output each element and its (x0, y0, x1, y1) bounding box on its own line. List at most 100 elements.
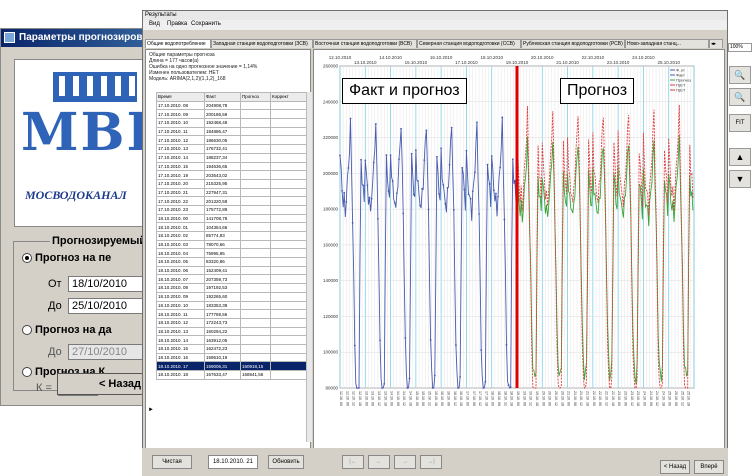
table-cell[interactable]: 18.10.2010. 15 (156, 343, 205, 354)
menu-view[interactable]: Вид (149, 21, 160, 27)
tab-north[interactable]: Северная станция водоподготовки (ССВ) (417, 39, 521, 48)
table-cell[interactable] (240, 343, 271, 354)
first-page-icon[interactable]: |← (342, 455, 364, 469)
table-row[interactable]: 17.10.2010. 15 194636,65 (156, 161, 307, 172)
col-fact[interactable]: Факт (204, 92, 241, 102)
table-cell[interactable] (270, 152, 307, 163)
table-cell[interactable] (240, 135, 271, 146)
table-cell[interactable]: 192265,60 (204, 291, 241, 302)
table-cell[interactable]: 17.10.2010. 21 (156, 187, 205, 198)
table-cell[interactable] (240, 231, 271, 241)
table-row[interactable]: 17.10.2010. 09 200186,59 (156, 109, 307, 120)
table-cell[interactable]: 18.10.2010. 10 (156, 300, 205, 311)
table-cell[interactable]: 203543,02 (204, 170, 241, 180)
table-cell[interactable]: 104354,66 (204, 222, 241, 232)
table-cell[interactable]: 197192,53 (204, 283, 241, 293)
table-cell[interactable] (240, 109, 271, 120)
scroll-down-icon[interactable]: ▼ (729, 170, 751, 188)
table-cell[interactable]: 18.10.2010. 08 (156, 283, 205, 293)
table-cell[interactable] (240, 300, 271, 311)
table-cell[interactable] (270, 126, 307, 137)
table-cell[interactable]: 17.10.2010. 13 (156, 144, 205, 154)
table-cell[interactable] (240, 144, 271, 154)
table-row[interactable]: 18.10.2010. 03 78070,66 (156, 239, 307, 250)
radio-dot[interactable] (22, 253, 32, 264)
table-cell[interactable]: 204908,78 (204, 100, 241, 111)
table-cell[interactable]: 18.10.2010. 03 (156, 239, 205, 250)
table-cell[interactable] (270, 335, 307, 345)
table-row[interactable]: 18.10.2010. 01 104354,66 (156, 222, 307, 232)
col-correction[interactable]: Коррект (270, 92, 307, 102)
table-cell[interactable]: 176732,41 (204, 144, 241, 154)
table-row[interactable]: 17.10.2010. 23 175772,89 (156, 204, 307, 215)
table-cell[interactable]: 18.10.2010. 09 (156, 291, 205, 302)
table-cell[interactable] (270, 135, 307, 146)
table-cell[interactable] (240, 118, 271, 128)
table-cell[interactable]: 160918,15 (240, 361, 271, 371)
tab-west[interactable]: Западная станция водоподготовки (ЗСВ) (211, 39, 313, 48)
table-cell[interactable]: 17.10.2010. 20 (156, 178, 205, 189)
table-cell[interactable]: 163912,05 (204, 335, 241, 345)
table-cell[interactable] (240, 161, 271, 172)
table-row[interactable]: 17.10.2010. 08 204908,78 (156, 100, 307, 111)
table-row[interactable]: 18.10.2010. 09 192265,60 (156, 291, 307, 302)
table-cell[interactable] (270, 196, 307, 206)
table-cell[interactable]: 227947,31 (204, 187, 241, 198)
table-row[interactable]: 17.10.2010. 12 186630,05 (156, 135, 307, 146)
table-cell[interactable] (240, 352, 271, 363)
table-row[interactable]: 17.10.2010. 11 184886,47 (156, 126, 307, 137)
clear-button[interactable]: Чистая (152, 455, 192, 469)
table-cell[interactable] (270, 361, 307, 371)
table-row[interactable]: 17.10.2010. 22 201320,59 (156, 196, 307, 206)
table-row[interactable]: 18.10.2010. 13 160294,22 (156, 326, 307, 337)
last-page-icon[interactable]: →| (420, 455, 442, 469)
radio-dot[interactable] (22, 325, 32, 336)
table-cell[interactable]: 18.10.2010. 05 (156, 257, 205, 267)
table-cell[interactable]: 160294,22 (204, 326, 241, 337)
table-cell[interactable] (240, 222, 271, 232)
table-cell[interactable]: 18.10.2010. 14 (156, 335, 205, 345)
date-select[interactable]: 18.10.2010. 21 (208, 455, 258, 469)
table-row[interactable]: 18.10.2010. 04 75995,95 (156, 248, 307, 259)
table-cell[interactable]: 162472,23 (204, 343, 241, 354)
table-cell[interactable] (240, 326, 271, 337)
table-cell[interactable] (240, 196, 271, 206)
table-row[interactable]: 18.10.2010. 18 167633,47 168541,56 (156, 370, 307, 380)
table-row[interactable]: 18.10.2010. 12 172243,73 (156, 317, 307, 328)
table-cell[interactable] (270, 352, 307, 363)
table-cell[interactable]: 192468,48 (204, 118, 241, 128)
table-cell[interactable] (270, 343, 307, 354)
table-row[interactable]: 17.10.2010. 20 215325,95 (156, 178, 307, 189)
table-cell[interactable]: 18.10.2010. 13 (156, 326, 205, 337)
table-cell[interactable] (240, 126, 271, 137)
table-cell[interactable]: 85774,83 (204, 231, 241, 241)
scroll-up-icon[interactable]: ▲ (729, 148, 751, 166)
table-cell[interactable]: 18.10.2010. 07 (156, 274, 205, 285)
table-cell[interactable] (240, 248, 271, 259)
table-cell[interactable] (270, 291, 307, 302)
table-cell[interactable] (240, 291, 271, 302)
table-cell[interactable]: 207359,73 (204, 274, 241, 285)
table-cell[interactable] (270, 248, 307, 259)
table-cell[interactable]: 141708,78 (204, 213, 241, 224)
table-cell[interactable]: 159610,19 (204, 352, 241, 363)
table-cell[interactable] (270, 326, 307, 337)
table-cell[interactable] (240, 265, 271, 276)
table-cell[interactable] (270, 239, 307, 250)
table-cell[interactable] (240, 317, 271, 328)
radio-period[interactable]: Прогноз на пе (22, 252, 111, 264)
table-cell[interactable]: 17.10.2010. 19 (156, 170, 205, 180)
table-cell[interactable] (270, 170, 307, 180)
table-cell[interactable]: 200186,59 (204, 109, 241, 120)
col-forecast[interactable]: Прогноз (240, 92, 271, 102)
table-row[interactable]: 17.10.2010. 13 176732,41 (156, 144, 307, 154)
grid-scrollbar[interactable] (306, 92, 312, 442)
table-cell[interactable] (270, 100, 307, 111)
table-cell[interactable] (270, 283, 307, 293)
table-cell[interactable] (270, 309, 307, 319)
table-row[interactable]: 18.10.2010. 16 159610,19 (156, 352, 307, 363)
table-cell[interactable]: 186630,05 (204, 135, 241, 146)
table-cell[interactable] (240, 100, 271, 111)
tab-total[interactable]: Общие водопотребление (145, 39, 211, 48)
table-row[interactable]: 18.10.2010. 17 159006,31 160918,15 (156, 361, 307, 371)
